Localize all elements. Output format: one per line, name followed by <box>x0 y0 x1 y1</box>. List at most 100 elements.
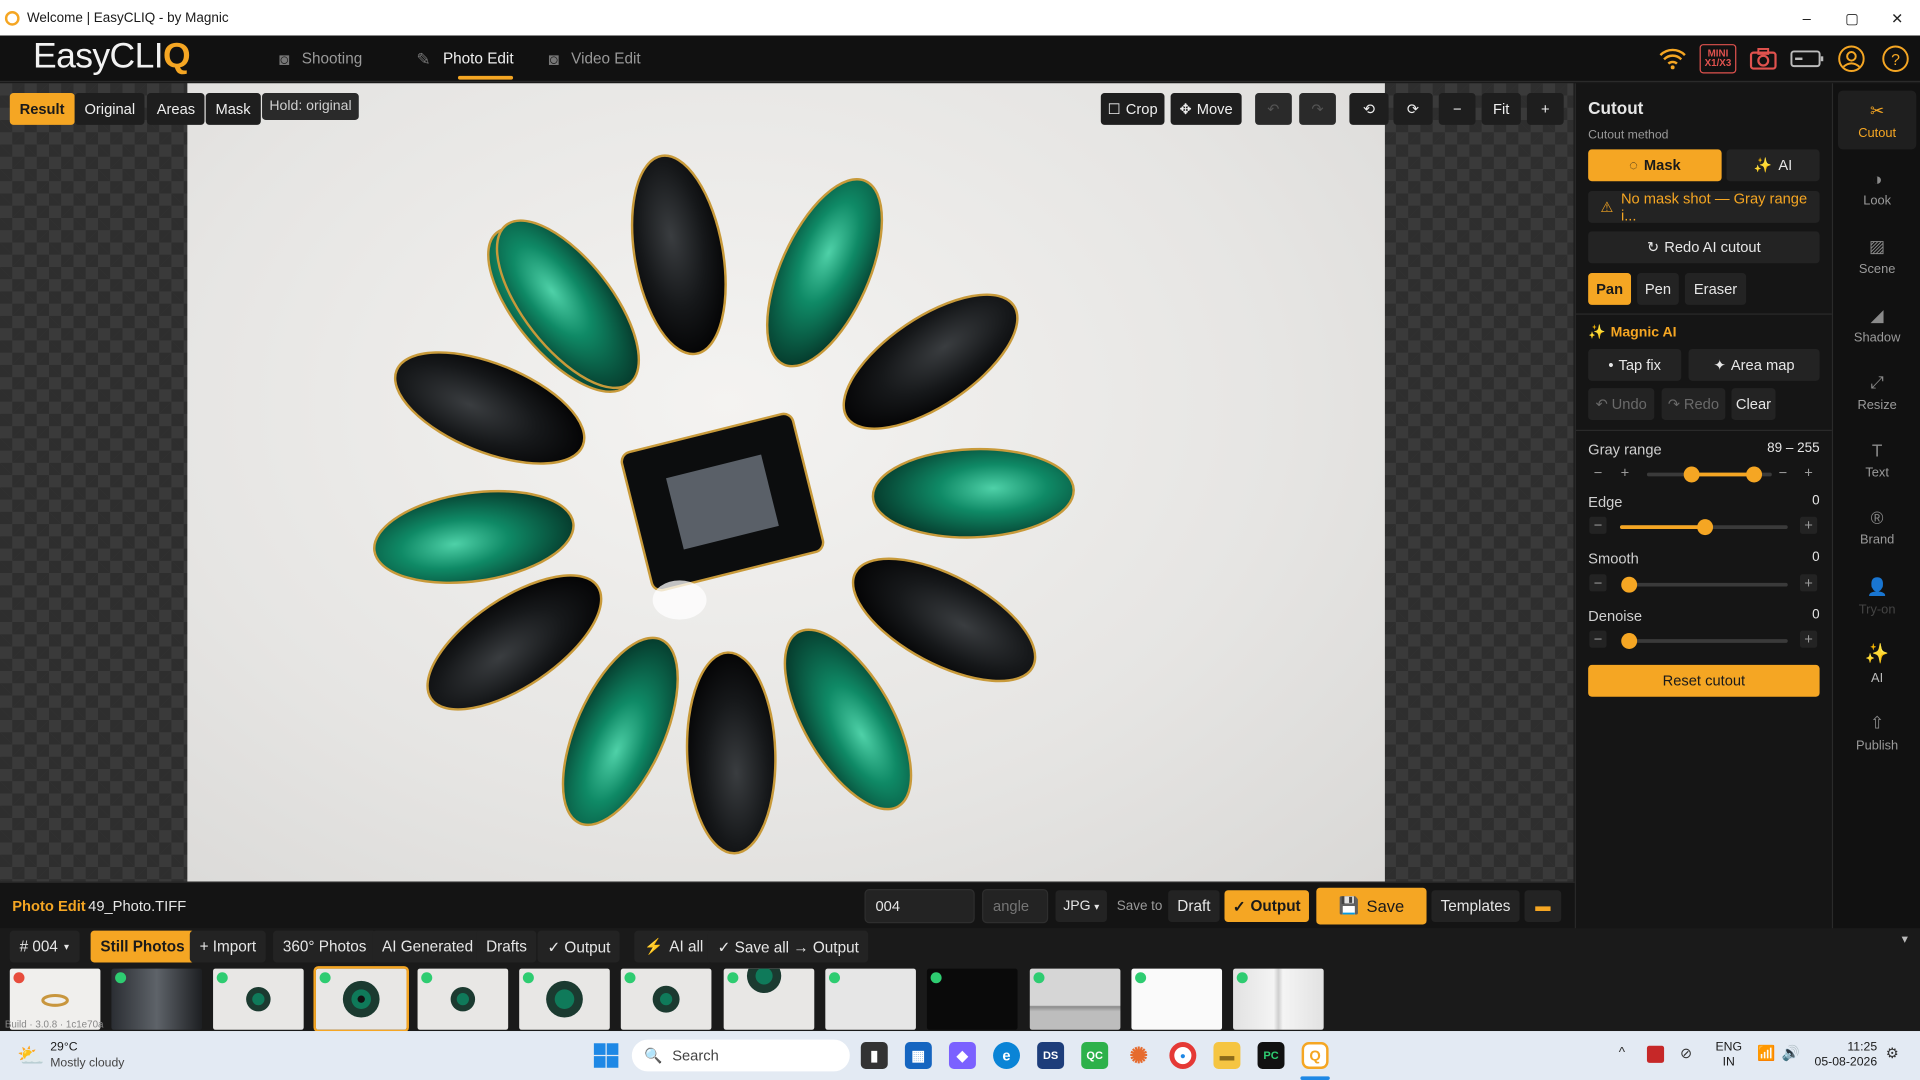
tap-fix-button[interactable]: • Tap fix <box>1588 348 1682 381</box>
sidenav-text[interactable]: T Text <box>1838 431 1916 490</box>
chip-still-photos[interactable]: Still Photos <box>90 930 195 963</box>
smooth-increment[interactable]: + <box>1800 574 1818 592</box>
fit-button[interactable]: Fit <box>1481 93 1521 125</box>
chrome-icon[interactable]: ● <box>1169 1042 1197 1069</box>
sidenav-brand[interactable]: ® Brand <box>1838 498 1916 557</box>
tab-video-edit[interactable]: ◙ Video Edit <box>549 36 641 83</box>
gray-max-increment[interactable]: + <box>1800 464 1817 481</box>
thumbnail-selected[interactable] <box>313 966 409 1033</box>
sidenav-look[interactable]: ◑ Look <box>1838 159 1916 218</box>
denoise-slider[interactable] <box>1621 633 1788 649</box>
user-icon[interactable] <box>1834 42 1868 76</box>
clock[interactable]: 11:25 05-08-2026 <box>1813 1041 1878 1070</box>
zoom-out-button[interactable]: − <box>1438 93 1476 125</box>
reset-cutout-button[interactable]: Reset cutout <box>1588 664 1820 697</box>
task-view-icon[interactable]: ▮ <box>860 1042 888 1069</box>
sequence-dropdown[interactable]: # 004 ▾ <box>9 930 80 963</box>
chip-ai-generated[interactable]: AI Generated <box>372 930 483 963</box>
chip-drafts[interactable]: Drafts <box>476 930 537 963</box>
chip-import[interactable]: + Import <box>189 930 266 963</box>
tab-shooting[interactable]: ◙ Shooting <box>279 36 362 83</box>
angle-input[interactable] <box>982 888 1049 924</box>
language-indicator[interactable]: ENG IN <box>1716 1041 1743 1070</box>
save-draft-toggle[interactable]: Draft <box>1168 890 1220 923</box>
view-areas-button[interactable]: Areas <box>146 93 205 125</box>
save-output-toggle[interactable]: ✓ Output <box>1224 890 1309 923</box>
chevron-up-icon[interactable]: ^ <box>1619 1046 1625 1061</box>
smooth-decrement[interactable]: − <box>1589 574 1607 592</box>
edge-slider[interactable] <box>1620 519 1788 536</box>
notification-icon[interactable]: ⚙ <box>1886 1044 1899 1061</box>
thumbnail[interactable] <box>213 968 304 1030</box>
strip-collapse-button[interactable]: ▾ <box>1902 933 1908 946</box>
redo-button[interactable]: ↷ <box>1299 93 1336 125</box>
move-button[interactable]: ✥ Move <box>1170 93 1242 125</box>
easycliq-taskbar-icon[interactable]: Q <box>1301 1042 1329 1069</box>
format-dropdown[interactable]: JPG ▾ <box>1055 890 1107 923</box>
gray-min-decrement[interactable]: − <box>1589 464 1606 481</box>
magnic-redo-button[interactable]: ↷ Redo <box>1661 388 1726 421</box>
network-icon[interactable]: 📶 <box>1757 1044 1775 1061</box>
sequence-input[interactable] <box>864 888 975 924</box>
denoise-decrement[interactable]: − <box>1589 630 1607 648</box>
sidenav-try-on[interactable]: 👤 Try-on <box>1838 567 1916 626</box>
method-ai-button[interactable]: ✨ AI <box>1726 149 1820 182</box>
method-mask-button[interactable]: ◌ Mask <box>1588 149 1722 182</box>
file-explorer-icon[interactable]: ▬ <box>1213 1042 1241 1069</box>
app-tray-icon[interactable] <box>1646 1045 1665 1063</box>
thumbnail[interactable] <box>417 968 509 1030</box>
save-all-output-button[interactable]: ✓ Save all → Output <box>707 930 869 963</box>
thumbnail[interactable] <box>926 968 1018 1030</box>
thumbnail[interactable] <box>723 968 815 1030</box>
gray-max-handle[interactable] <box>1745 466 1762 483</box>
copilot-icon[interactable]: ◆ <box>948 1042 976 1069</box>
wifi-icon[interactable] <box>1656 42 1690 76</box>
edge-increment[interactable]: + <box>1800 516 1818 534</box>
denoise-increment[interactable]: + <box>1800 630 1818 648</box>
thumbnail[interactable] <box>1131 968 1223 1030</box>
zoom-in-button[interactable]: + <box>1526 93 1564 125</box>
save-button[interactable]: 💾 Save <box>1316 887 1427 925</box>
edge-icon[interactable]: e <box>993 1042 1021 1069</box>
gray-min-handle[interactable] <box>1683 466 1700 483</box>
magnic-clear-button[interactable]: Clear <box>1731 388 1776 421</box>
tool-eraser-button[interactable]: Eraser <box>1684 273 1747 305</box>
thumbnail[interactable] <box>111 968 203 1030</box>
taskbar-search[interactable]: 🔍 Search <box>631 1039 850 1072</box>
folder-icon[interactable]: ▬ <box>1524 890 1562 923</box>
help-icon[interactable]: ? <box>1878 42 1912 76</box>
thumbnail[interactable] <box>1233 968 1324 1030</box>
rotate-left-button[interactable]: ⟲ <box>1349 93 1389 125</box>
area-map-button[interactable]: ✦ Area map <box>1688 348 1820 381</box>
thumbnail[interactable] <box>1029 968 1121 1030</box>
smooth-handle[interactable] <box>1621 576 1638 593</box>
canvas-area[interactable]: Result Original Areas Mask Hold: origina… <box>0 83 1574 882</box>
sidenav-ai[interactable]: ✨ AI <box>1838 634 1916 693</box>
view-original-button[interactable]: Original <box>74 93 145 125</box>
claude-icon[interactable]: ✺ <box>1125 1042 1152 1069</box>
undo-button[interactable]: ↶ <box>1255 93 1292 125</box>
chip-360-photos[interactable]: 360° Photos <box>273 930 377 963</box>
camera-icon[interactable] <box>1746 42 1780 76</box>
tool-pen-button[interactable]: Pen <box>1637 273 1679 305</box>
thumbnail[interactable] <box>825 968 916 1030</box>
thumbnail[interactable] <box>620 968 712 1030</box>
redo-ai-cutout-button[interactable]: ↻ Redo AI cutout <box>1588 231 1820 264</box>
sidenav-cutout[interactable]: ✂ Cutout <box>1837 90 1917 150</box>
windows-start-icon[interactable] <box>593 1042 620 1069</box>
tray-icon[interactable]: ⊘ <box>1680 1044 1692 1061</box>
mini-device-badge[interactable]: MINI X1/X3 <box>1699 44 1737 74</box>
sidenav-resize[interactable]: ⤢ Resize <box>1838 362 1916 421</box>
magnic-undo-button[interactable]: ↶ Undo <box>1588 388 1655 421</box>
edge-handle[interactable] <box>1696 519 1713 536</box>
gray-min-increment[interactable]: + <box>1616 464 1633 481</box>
sidenav-scene[interactable]: ▨ Scene <box>1838 227 1916 286</box>
crop-button[interactable]: ☐ Crop <box>1100 93 1165 125</box>
view-mask-button[interactable]: Mask <box>205 93 261 125</box>
edge-decrement[interactable]: − <box>1589 516 1607 534</box>
rotate-right-button[interactable]: ⟳ <box>1393 93 1433 125</box>
gray-max-decrement[interactable]: − <box>1774 464 1791 481</box>
smooth-slider[interactable] <box>1621 576 1788 593</box>
volume-icon[interactable]: 🔊 <box>1782 1044 1800 1061</box>
pycharm-icon[interactable]: PC <box>1257 1042 1285 1069</box>
